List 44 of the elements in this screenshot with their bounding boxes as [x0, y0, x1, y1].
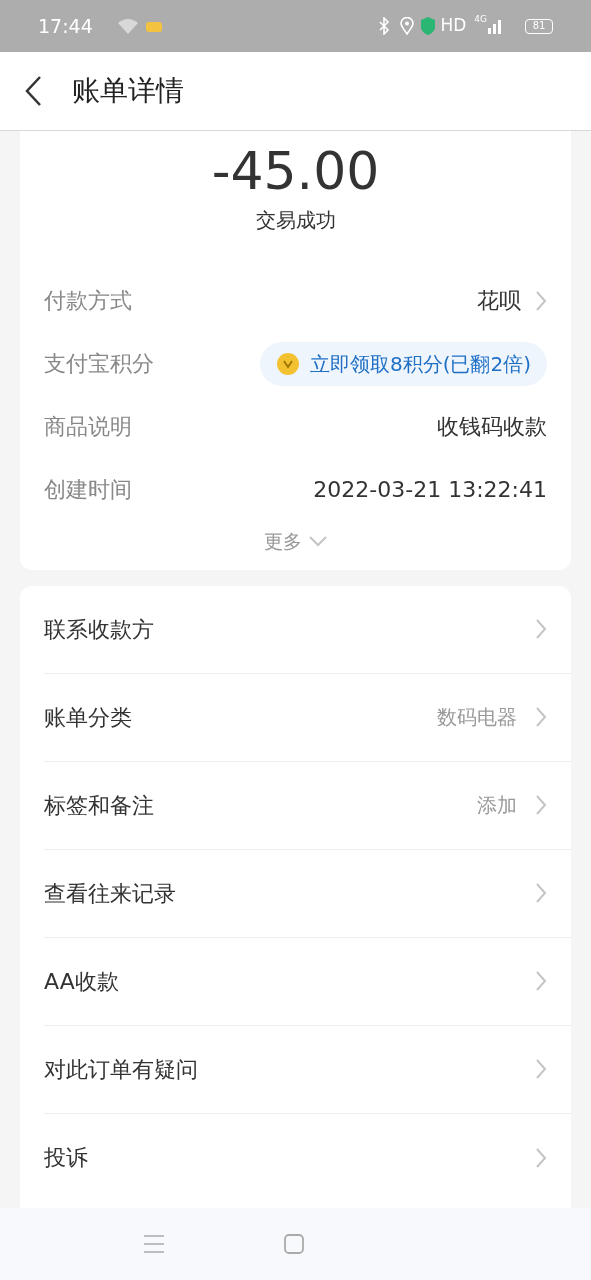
points-pill[interactable]: 立即领取8积分(已翻2倍) — [259, 341, 547, 386]
page-title: 账单详情 — [72, 73, 184, 109]
signal-icon — [487, 18, 501, 34]
chevron-right-icon — [535, 1058, 547, 1080]
chevron-right-icon — [535, 882, 547, 904]
status-text: 交易成功 — [255, 207, 336, 234]
detail-label: 创建时间 — [44, 476, 132, 504]
wifi-icon — [116, 18, 139, 34]
network-label: HD — [440, 14, 467, 38]
menu-row[interactable]: 标签和备注 添加 — [44, 761, 571, 850]
menu-row[interactable]: 查看往来记录 — [44, 849, 571, 938]
payment-method-link[interactable]: 花呗 — [477, 284, 547, 317]
detail-label: 付款方式 — [44, 287, 132, 315]
row-value: 数码电器 — [437, 704, 517, 731]
location-icon — [400, 17, 415, 35]
menu-row[interactable]: 对此订单有疑问 — [44, 1025, 571, 1114]
menu-row[interactable]: 投诉 — [44, 1113, 571, 1202]
menu-row[interactable]: AA收款 — [44, 937, 571, 1026]
chevron-right-icon — [535, 794, 547, 816]
detail-label: 支付宝积分 — [44, 350, 154, 378]
chevron-right-icon — [535, 1146, 547, 1169]
detail-label: 商品说明 — [44, 413, 132, 441]
back-icon — [24, 75, 42, 107]
menu-icon — [144, 1235, 164, 1253]
battery-indicator: 81 — [525, 18, 553, 34]
detail-value: 收钱码收款 — [437, 413, 547, 441]
signal-label: 4G — [474, 15, 487, 24]
chevron-right-icon — [535, 289, 547, 312]
detail-value: 2022-03-21 13:22:41 — [313, 476, 547, 504]
bluetooth-icon — [378, 17, 391, 35]
home-icon — [284, 1234, 304, 1254]
coin-icon — [275, 351, 300, 376]
chevron-right-icon — [535, 706, 547, 728]
chevron-right-icon — [535, 970, 547, 992]
home-button[interactable] — [282, 1232, 306, 1256]
amount: -45.00 — [211, 140, 380, 203]
menu-row[interactable]: 联系收款方 — [44, 585, 571, 674]
shield-icon — [420, 16, 437, 36]
menu-row[interactable]: 账单分类 数码电器 — [44, 673, 571, 762]
menu-button[interactable] — [142, 1232, 166, 1256]
row-value: 添加 — [477, 792, 517, 819]
chevron-down-icon — [307, 535, 328, 548]
chevron-right-icon — [535, 618, 547, 640]
clock: 17:44 — [38, 13, 93, 39]
